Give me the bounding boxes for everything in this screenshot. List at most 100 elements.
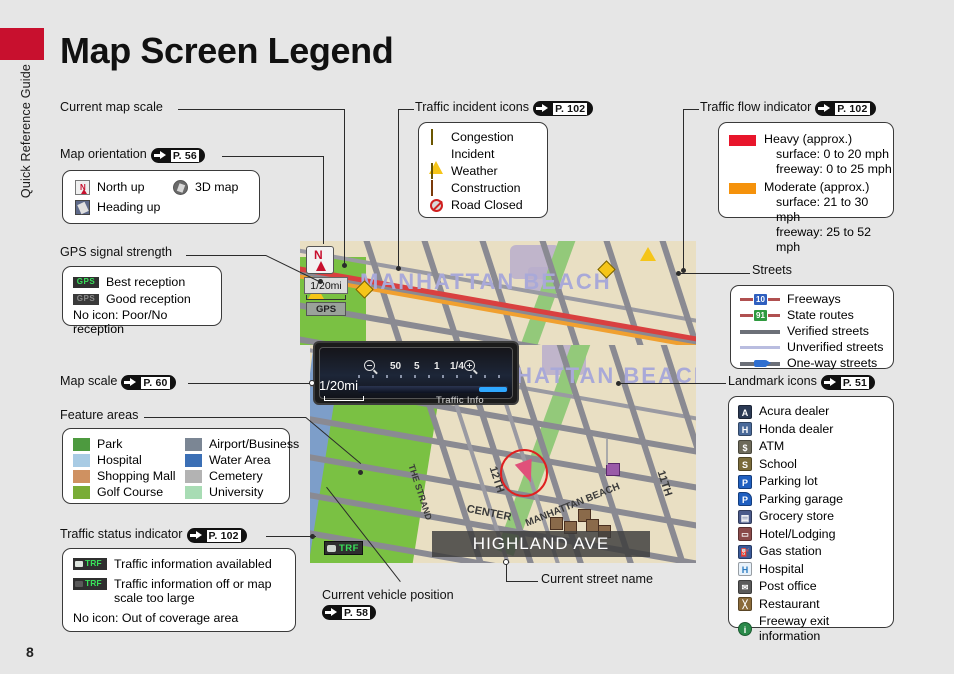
traffic-flow-heavy-swatch — [729, 135, 756, 146]
callout-label: Current map scale — [60, 100, 163, 114]
landmark-label: Honda dealer — [759, 421, 834, 436]
zoom-in-icon[interactable] — [464, 360, 475, 371]
traffic-info-button[interactable]: Traffic Info — [412, 395, 508, 407]
gps-good-icon: GPS — [73, 294, 99, 305]
callout-current-map-scale: Current map scale — [60, 100, 163, 114]
arrow-icon — [124, 378, 137, 387]
construction-diamond-icon — [429, 180, 444, 196]
map-restaurant-icon[interactable] — [550, 517, 563, 530]
leader-line — [344, 109, 346, 265]
callout-label: Streets — [752, 263, 792, 277]
page-ref-text: P. 102 — [835, 102, 870, 115]
street-row: 10 Freeways — [740, 292, 883, 307]
callout-traffic-incident-icons: Traffic incident icons P. 102 — [415, 100, 594, 116]
map-scale-slider[interactable] — [358, 386, 508, 393]
arrow-icon — [153, 151, 167, 160]
landmark-row: ▤ Grocery store — [738, 509, 893, 524]
feature-area-row: Cemetery — [185, 468, 297, 484]
parking-lot-icon: P — [738, 474, 752, 489]
traffic-incident-row: Congestion — [429, 129, 523, 145]
leader-line — [222, 156, 324, 158]
callout-label: Traffic incident icons — [415, 100, 530, 114]
traffic-flow-freeway: freeway: 25 to 52 mph — [776, 225, 872, 254]
leader-dot — [396, 266, 401, 271]
map-scale-popup[interactable]: 50 5 1 1/4 Traffic Info 1/20mi — [313, 341, 519, 407]
callout-current-street-name: Current street name — [541, 572, 653, 586]
landmark-row: H Honda dealer — [738, 422, 893, 437]
traffic-flow-row: Heavy (approx.) surface: 0 to 20 mph fre… — [729, 132, 893, 177]
verified-street-line-icon — [740, 325, 780, 338]
landmark-row: $ ATM — [738, 439, 893, 454]
street-row: 91 State routes — [740, 308, 883, 323]
map-scale-bar — [306, 295, 346, 300]
feature-area-row: Airport/Business — [185, 436, 299, 452]
traffic-status-row: TRF Traffic information availabled — [73, 557, 272, 571]
callout-label: Current street name — [541, 572, 653, 586]
landmark-label: Acura dealer — [759, 404, 830, 418]
traffic-incident-row: Construction — [429, 180, 523, 196]
traffic-incident-label: Incident — [451, 147, 495, 161]
landmark-label: School — [759, 456, 797, 471]
traffic-icon-text: TRF — [85, 558, 102, 568]
leader-dot-open — [503, 559, 509, 565]
page-ref-badge[interactable]: P. 58 — [322, 605, 377, 620]
traffic-incident-label: Congestion — [451, 130, 514, 144]
page-number: 8 — [26, 644, 34, 660]
feature-area-swatch — [185, 453, 202, 467]
callout-map-orientation: Map orientation P. 56 — [60, 147, 205, 163]
callout-traffic-flow-indicator: Traffic flow indicator P. 102 — [700, 100, 876, 116]
page-ref-badge[interactable]: P. 51 — [820, 375, 876, 390]
arrow-icon — [818, 104, 831, 113]
heading-up-icon — [75, 200, 90, 215]
callout-landmark-icons: Landmark icons P. 51 — [728, 374, 876, 390]
callout-gps-signal-strength: GPS signal strength — [60, 245, 172, 259]
landmark-label: Hospital — [759, 561, 804, 576]
page-ref-badge[interactable]: P. 56 — [150, 148, 205, 163]
leader-line — [398, 109, 400, 269]
page-title: Map Screen Legend — [60, 30, 394, 71]
street-label: Verified streets — [787, 324, 869, 338]
zoom-out-icon[interactable] — [364, 360, 375, 371]
callout-traffic-status-indicator: Traffic status indicator P. 102 — [60, 527, 247, 543]
street-label: Unverified streets — [787, 340, 884, 354]
gas-station-icon: ⛽ — [738, 544, 752, 559]
feature-area-swatch — [73, 485, 90, 499]
callout-label: GPS signal strength — [60, 245, 173, 259]
map-screen[interactable]: MANHATTAN BEACH N 1/20mi GPS MANHATTAN B… — [300, 241, 696, 563]
landmark-label: Parking garage — [759, 491, 844, 506]
page-ref-text: P. 58 — [342, 606, 371, 619]
callout-label: Current vehicle position — [322, 588, 454, 602]
map-area-label: MANHATTAN BEACH — [360, 269, 612, 294]
callout-current-vehicle-position: Current vehicle position — [322, 588, 454, 602]
page-ref-badge[interactable]: P. 60 — [121, 375, 176, 390]
scale-tick-label: 50 — [390, 361, 402, 372]
school-icon: S — [738, 457, 752, 471]
traffic-status-chip[interactable]: TRF — [324, 541, 363, 555]
page-ref-badge[interactable]: P. 102 — [533, 101, 594, 116]
traffic-on-icon: TRF — [73, 558, 107, 570]
restaurant-icon: ╳ — [738, 597, 752, 611]
one-way-street-icon — [740, 357, 780, 370]
feature-area-label: Cemetery — [209, 468, 263, 483]
landmark-row: ╳ Restaurant — [738, 597, 893, 612]
leader-line — [683, 109, 699, 111]
leader-line — [398, 109, 414, 111]
road-closed-icon — [429, 198, 444, 213]
map-incident-marker[interactable] — [640, 247, 656, 261]
landmark-row: i Freeway exit information — [738, 614, 893, 644]
traffic-flow-row: Moderate (approx.) surface: 21 to 30 mph… — [729, 180, 893, 255]
feature-area-label: Golf Course — [97, 484, 164, 499]
map-poi-icon[interactable] — [606, 463, 620, 476]
side-tab-label: Quick Reference Guide — [19, 63, 33, 199]
feature-area-swatch — [73, 469, 90, 483]
traffic-icon-text: TRF — [85, 578, 102, 588]
street-label: One-way streets — [787, 356, 878, 370]
page-ref-badge[interactable]: P. 102 — [815, 101, 876, 116]
page-ref-badge[interactable]: P. 102 — [186, 528, 247, 543]
traffic-incident-row: Incident — [429, 147, 523, 174]
freeway-exit-info-icon: i — [738, 622, 752, 636]
north-up-compass-icon[interactable]: N — [306, 246, 334, 274]
callout-feature-areas: Feature areas — [60, 408, 138, 422]
map-poi-stem — [606, 439, 608, 465]
callout-label: Traffic flow indicator — [700, 100, 812, 114]
